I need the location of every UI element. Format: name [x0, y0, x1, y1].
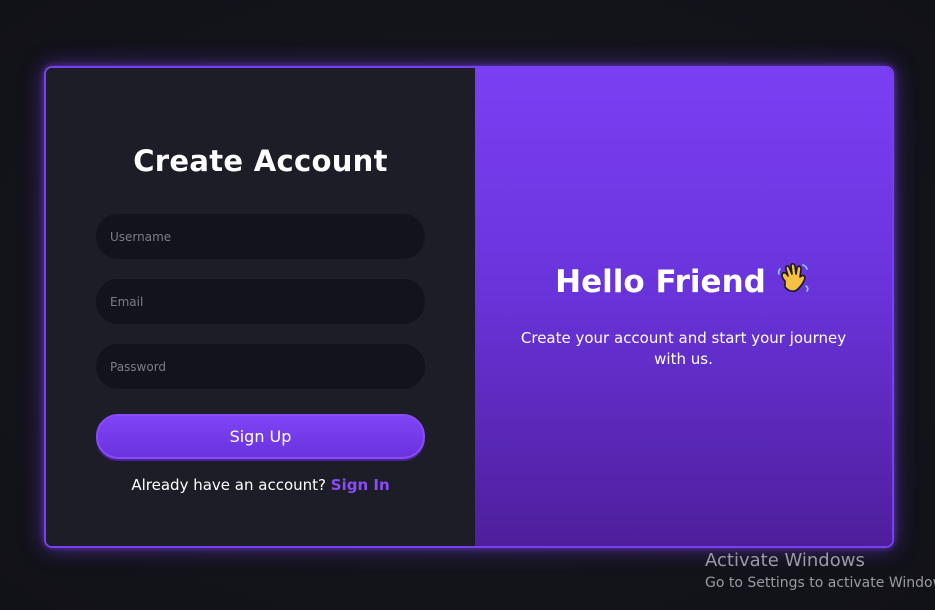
waving-hand-icon [776, 260, 812, 304]
sign-in-link[interactable]: Sign In [331, 476, 390, 494]
username-input[interactable] [96, 214, 425, 259]
email-input[interactable] [96, 279, 425, 324]
sign-in-prompt-row: Already have an account? Sign In [46, 476, 475, 494]
welcome-heading: Hello Friend [475, 260, 892, 304]
welcome-subtext: Create your account and start your journ… [520, 329, 847, 368]
welcome-title: Hello Friend [555, 264, 766, 300]
form-title: Create Account [133, 144, 388, 178]
password-input[interactable] [96, 344, 425, 389]
watermark-subtitle: Go to Settings to activate Windows. [705, 575, 935, 591]
welcome-panel: Hello Friend Create your account and sta… [475, 68, 892, 546]
signup-card: Create Account Sign Up Already have an a… [44, 66, 894, 548]
watermark-title: Activate Windows [705, 550, 865, 571]
sign-up-button[interactable]: Sign Up [96, 414, 425, 459]
sign-in-prompt-text: Already have an account? [131, 476, 326, 494]
page-background: Create Account Sign Up Already have an a… [0, 0, 935, 610]
activate-windows-watermark: Activate Windows Go to Settings to activ… [705, 550, 935, 593]
signup-form-panel: Create Account Sign Up Already have an a… [46, 68, 475, 546]
